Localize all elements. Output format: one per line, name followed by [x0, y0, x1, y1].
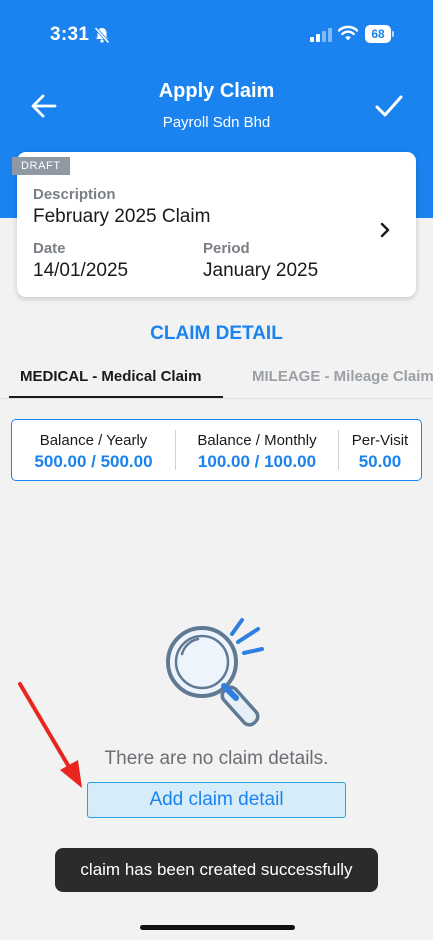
status-time: 3:31	[50, 24, 90, 45]
home-indicator[interactable]	[140, 925, 295, 930]
period-label: Period	[203, 240, 250, 257]
claim-detail-title: CLAIM DETAIL	[150, 323, 283, 344]
bell-muted-icon	[94, 26, 110, 44]
balance-monthly-label: Balance / Monthly	[197, 432, 317, 449]
page-subtitle: Payroll Sdn Bhd	[162, 114, 271, 131]
balance-yearly-value: 500.00 / 500.00	[34, 452, 153, 471]
wifi-icon	[338, 25, 358, 41]
status-bar: 3:31 68	[0, 0, 433, 64]
battery-level: 68	[365, 25, 391, 43]
chevron-right-icon[interactable]	[377, 219, 393, 241]
per-visit-value: 50.00	[358, 452, 402, 471]
description-value: February 2025 Claim	[33, 206, 211, 227]
tab-medical[interactable]: MEDICAL - Medical Claim	[20, 368, 201, 385]
balance-monthly: Balance / Monthly 100.00 / 100.00	[176, 420, 338, 480]
active-tab-indicator	[9, 396, 223, 398]
balance-yearly: Balance / Yearly 500.00 / 500.00	[12, 420, 175, 480]
signal-icon	[310, 28, 332, 42]
battery-icon: 68	[365, 25, 394, 43]
balance-yearly-label: Balance / Yearly	[39, 432, 148, 449]
period-value: January 2025	[203, 260, 319, 281]
add-claim-detail-button[interactable]: Add claim detail	[87, 782, 346, 818]
balance-summary: Balance / Yearly 500.00 / 500.00 Balance…	[11, 419, 422, 481]
toast-message: claim has been created successfully	[55, 848, 378, 892]
annotation-arrow-icon	[18, 682, 82, 788]
date-label: Date	[33, 240, 66, 257]
balance-monthly-value: 100.00 / 100.00	[197, 452, 317, 471]
per-visit-label: Per-Visit	[351, 432, 409, 449]
checkmark-icon[interactable]	[372, 90, 406, 122]
description-label: Description	[33, 186, 116, 203]
per-visit: Per-Visit 50.00	[339, 420, 421, 480]
date-value: 14/01/2025	[33, 260, 129, 281]
tab-divider	[0, 398, 433, 399]
page-title: Apply Claim	[158, 80, 275, 102]
magnifier-icon	[166, 618, 264, 727]
tab-mileage[interactable]: MILEAGE - Mileage Claim	[252, 368, 433, 385]
status-badge: DRAFT	[12, 157, 70, 175]
